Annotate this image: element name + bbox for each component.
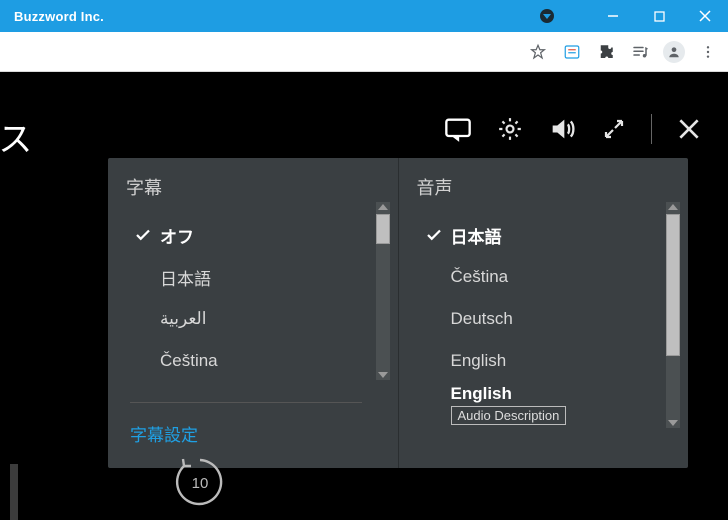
window-title: Buzzword Inc. bbox=[14, 9, 104, 24]
window-close-button[interactable] bbox=[682, 0, 728, 32]
minimize-icon bbox=[607, 10, 619, 22]
volume-icon bbox=[548, 115, 576, 143]
player-controls bbox=[443, 114, 704, 144]
control-divider bbox=[651, 114, 652, 144]
reader-icon bbox=[563, 43, 581, 61]
subtitles-heading: 字幕 bbox=[126, 174, 392, 200]
kebab-icon bbox=[700, 44, 716, 60]
check-icon bbox=[417, 226, 451, 244]
profile-button[interactable] bbox=[660, 38, 688, 66]
audio-option-japanese[interactable]: 日本語 bbox=[417, 214, 683, 256]
more-menu-button[interactable] bbox=[694, 38, 722, 66]
audio-heading: 音声 bbox=[417, 174, 683, 200]
replay-10-button[interactable]: 10 bbox=[170, 452, 230, 512]
window-minimize-button[interactable] bbox=[590, 0, 636, 32]
option-label: English bbox=[451, 384, 512, 404]
audio-column: 音声 日本語 Čeština Deutsch English English A… bbox=[398, 158, 689, 468]
window-titlebar: Buzzword Inc. bbox=[0, 0, 728, 32]
divider-line bbox=[130, 402, 362, 403]
subtitles-scrollbar[interactable] bbox=[376, 202, 390, 380]
fullscreen-button[interactable] bbox=[599, 114, 629, 144]
close-icon bbox=[699, 10, 711, 22]
subtitle-icon bbox=[444, 115, 472, 143]
audio-scrollbar[interactable] bbox=[666, 202, 680, 428]
close-player-button[interactable] bbox=[674, 114, 704, 144]
volume-button[interactable] bbox=[547, 114, 577, 144]
subtitle-option-japanese[interactable]: 日本語 bbox=[126, 256, 392, 298]
media-button[interactable] bbox=[626, 38, 654, 66]
fullscreen-icon bbox=[602, 117, 626, 141]
settings-button[interactable] bbox=[495, 114, 525, 144]
option-label: Deutsch bbox=[451, 309, 683, 329]
option-label: Čeština bbox=[451, 267, 683, 287]
subtitle-option-arabic[interactable]: العربية bbox=[126, 298, 392, 340]
subtitle-audio-popup: 字幕 オフ 日本語 العربية Čeština bbox=[108, 158, 688, 468]
replay-icon: 10 bbox=[170, 452, 230, 512]
subtitle-settings-link[interactable]: 字幕設定 bbox=[130, 421, 392, 446]
account-indicator-icon[interactable] bbox=[540, 9, 554, 23]
subtitle-option-czech[interactable]: Čeština bbox=[126, 340, 392, 382]
browser-toolbar bbox=[0, 32, 728, 72]
subtitles-button[interactable] bbox=[443, 114, 473, 144]
gear-icon bbox=[497, 116, 523, 142]
scroll-thumb[interactable] bbox=[666, 214, 680, 356]
video-title: ト・リモース bbox=[0, 112, 34, 161]
audio-list: 日本語 Čeština Deutsch English English Audi… bbox=[417, 214, 683, 442]
subtitles-column: 字幕 オフ 日本語 العربية Čeština bbox=[108, 158, 398, 468]
audio-option-german[interactable]: Deutsch bbox=[417, 298, 683, 340]
puzzle-icon bbox=[597, 43, 615, 61]
check-icon bbox=[126, 226, 160, 244]
audio-option-czech[interactable]: Čeština bbox=[417, 256, 683, 298]
star-icon bbox=[529, 43, 547, 61]
svg-text:10: 10 bbox=[192, 475, 209, 492]
option-label: English bbox=[451, 351, 683, 371]
audio-option-english-ad[interactable]: English Audio Description bbox=[417, 382, 683, 425]
subtitle-option-off[interactable]: オフ bbox=[126, 214, 392, 256]
bookmark-star-button[interactable] bbox=[524, 38, 552, 66]
window-maximize-button[interactable] bbox=[636, 0, 682, 32]
option-label: العربية bbox=[160, 309, 392, 329]
audio-option-english[interactable]: English bbox=[417, 340, 683, 382]
subtitles-list: オフ 日本語 العربية Čeština bbox=[126, 214, 392, 394]
scroll-thumb[interactable] bbox=[376, 214, 390, 244]
maximize-icon bbox=[654, 11, 665, 22]
music-note-icon bbox=[631, 43, 649, 61]
option-label: オフ bbox=[160, 223, 392, 248]
audio-description-badge: Audio Description bbox=[451, 406, 567, 425]
video-player-area: ト・リモース 字幕 オフ 日本 bbox=[0, 72, 728, 520]
option-label: 日本語 bbox=[451, 223, 683, 248]
extensions-button[interactable] bbox=[592, 38, 620, 66]
avatar-icon bbox=[663, 41, 685, 63]
option-label: Čeština bbox=[160, 351, 392, 371]
option-label: 日本語 bbox=[160, 265, 392, 290]
progress-edge bbox=[10, 464, 18, 520]
reader-button[interactable] bbox=[558, 38, 586, 66]
close-icon bbox=[676, 116, 702, 142]
